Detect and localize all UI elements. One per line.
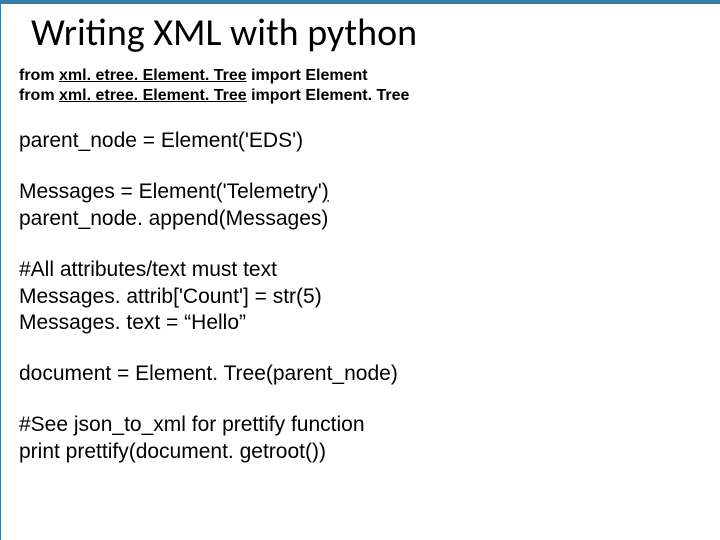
- code-line: #All attributes/text must text: [19, 258, 277, 281]
- code-line: parent_node = Element('EDS'): [19, 129, 303, 152]
- code-block-1: parent_node = Element('EDS'): [19, 128, 720, 155]
- slide-title: Writing XML with python: [31, 10, 720, 56]
- code-line: document = Element. Tree(parent_node): [19, 362, 398, 385]
- slide: Writing XML with python from xml. etree.…: [0, 0, 720, 540]
- import-target: Element. Tree: [305, 87, 409, 104]
- code-line: Messages. text = “Hello”: [19, 311, 246, 334]
- code-block-2: Messages = Element('Telemetry') parent_n…: [19, 179, 720, 233]
- keyword-from: from: [19, 87, 59, 104]
- code-line: #See json_to_xml for prettify function: [19, 413, 365, 436]
- code-line: parent_node. append(Messages): [19, 207, 328, 230]
- module-path: xml. etree. Element. Tree: [59, 87, 247, 104]
- import-block: from xml. etree. Element. Tree import El…: [19, 66, 720, 106]
- code-block-4: document = Element. Tree(parent_node): [19, 361, 720, 388]
- code-line: Messages. attrib['Count'] = str(5): [19, 285, 322, 308]
- code-line: print prettify(document. getroot()): [19, 440, 326, 463]
- code-line: Messages = Element('Telemetry': [19, 180, 322, 203]
- keyword-import: import: [247, 87, 306, 104]
- module-path: xml. etree. Element. Tree: [59, 67, 247, 84]
- import-line-2: from xml. etree. Element. Tree import El…: [19, 86, 720, 106]
- code-block-3: #All attributes/text must text Messages.…: [19, 257, 720, 338]
- underlined-paren: ): [322, 180, 329, 203]
- import-line-1: from xml. etree. Element. Tree import El…: [19, 66, 720, 86]
- import-target: Element: [305, 67, 367, 84]
- keyword-from: from: [19, 67, 59, 84]
- code-body: parent_node = Element('EDS') Messages = …: [19, 128, 720, 466]
- code-block-5: #See json_to_xml for prettify function p…: [19, 412, 720, 466]
- keyword-import: import: [247, 67, 306, 84]
